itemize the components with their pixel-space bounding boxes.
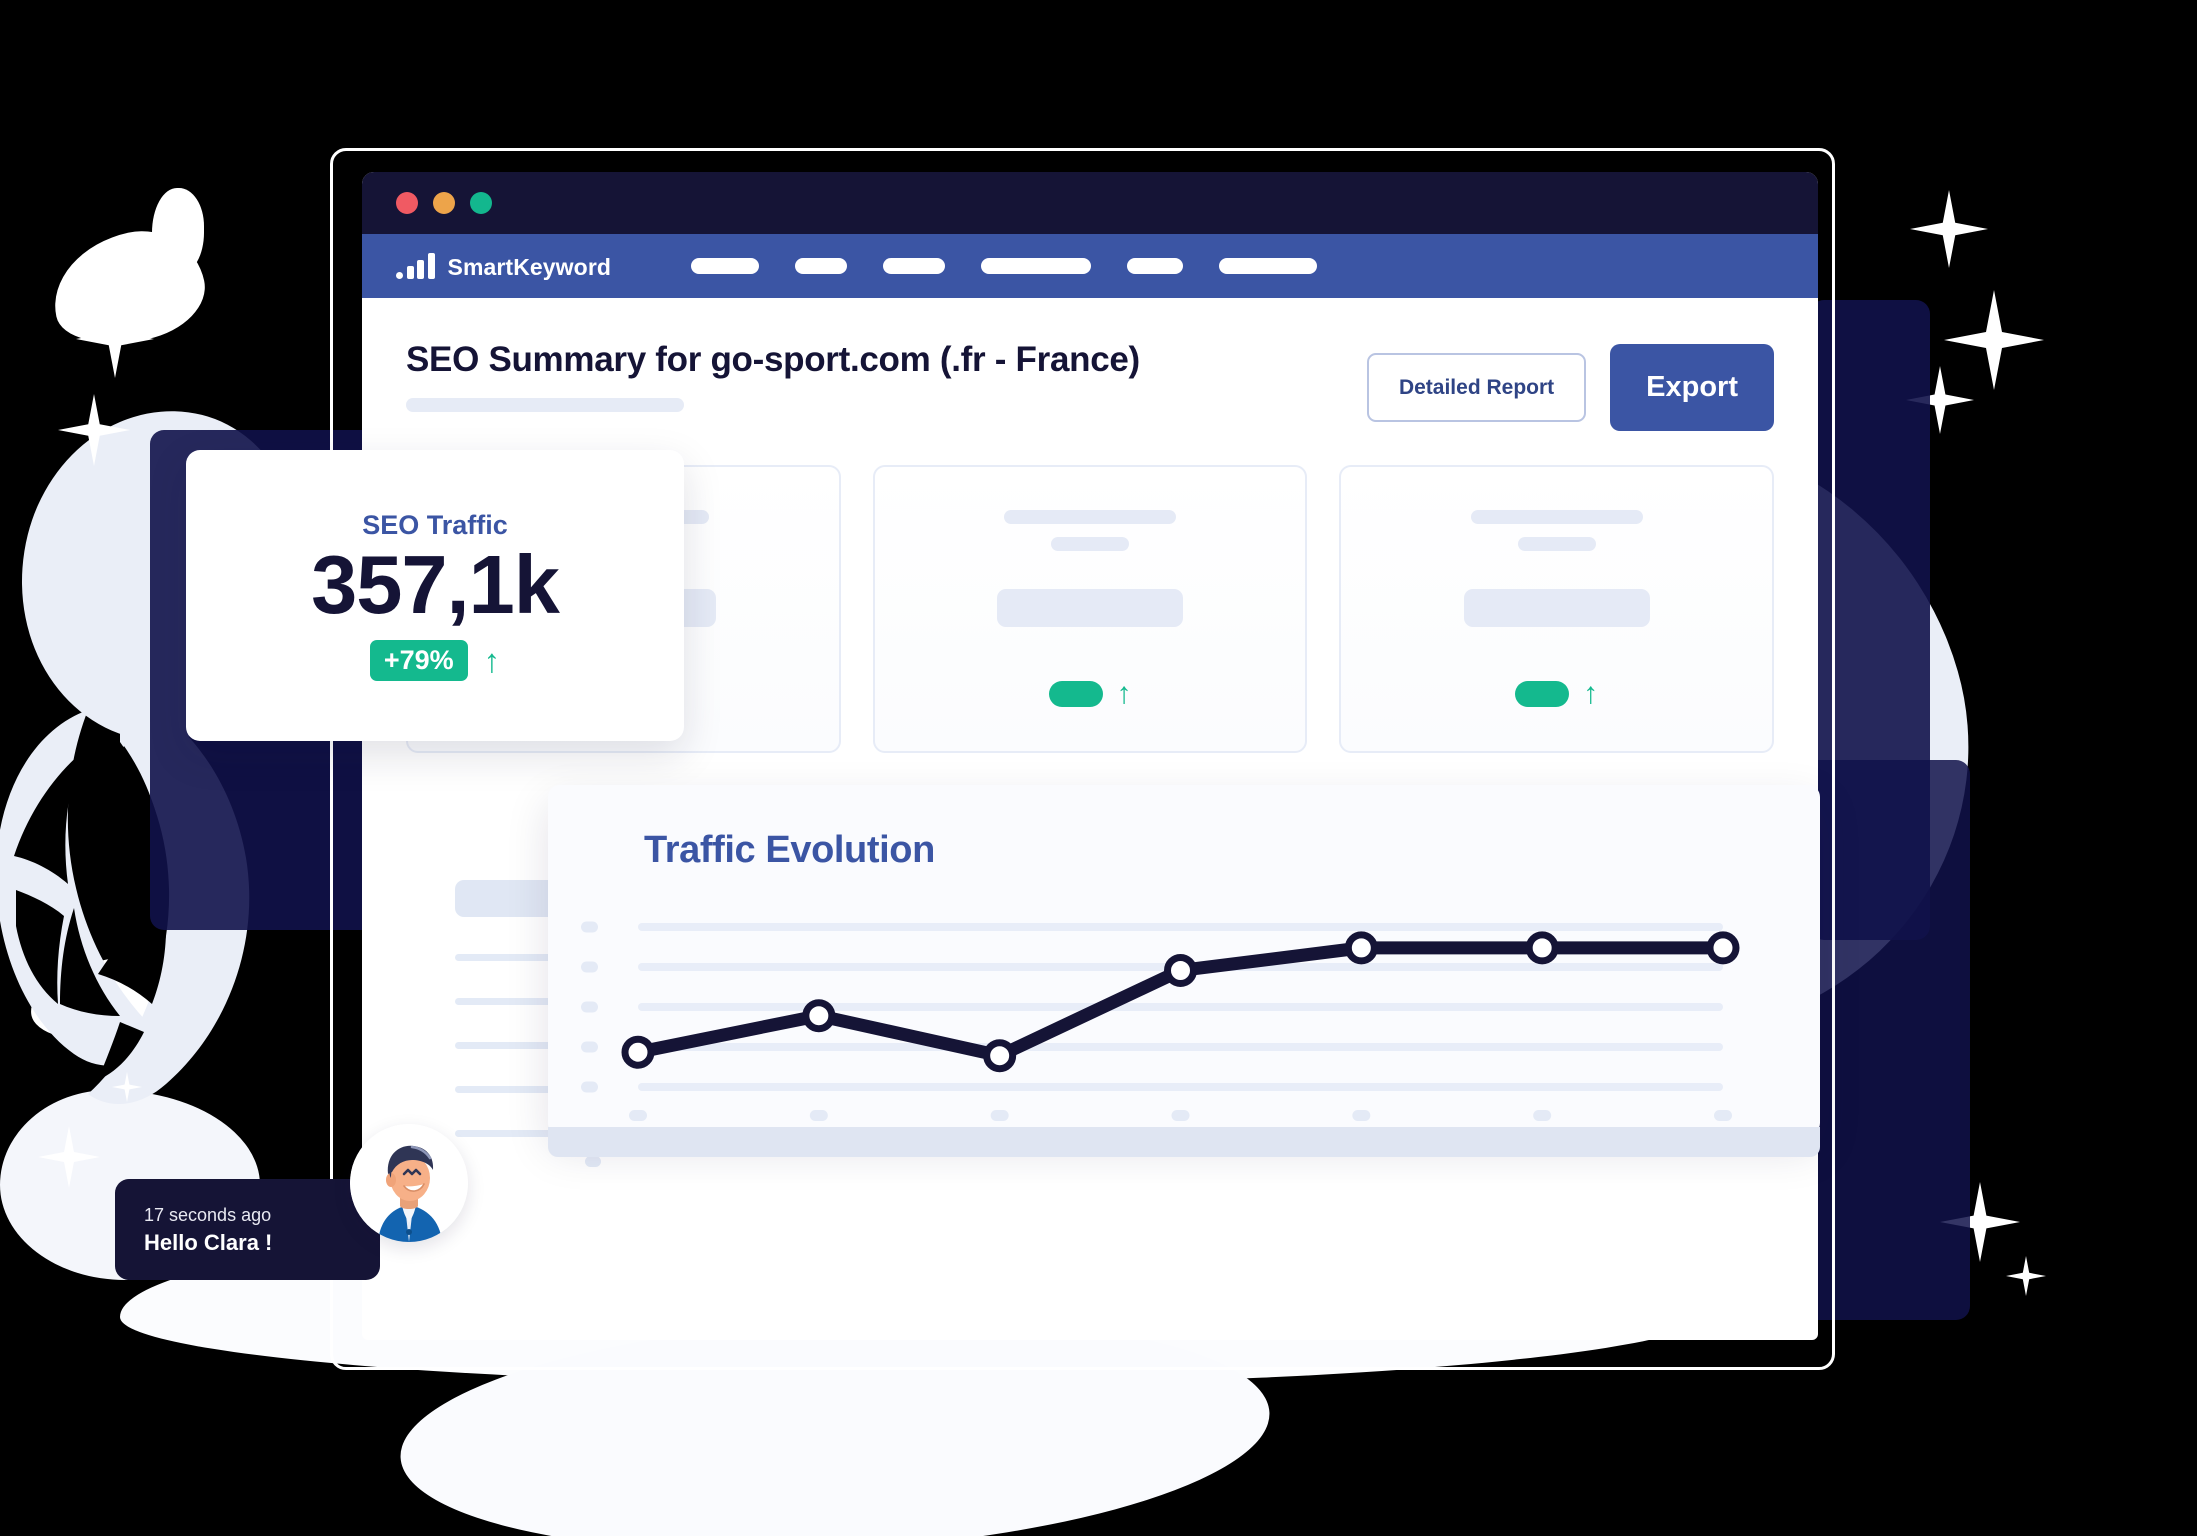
chart-data-point[interactable] <box>802 999 836 1033</box>
nav-item-placeholder-2[interactable] <box>795 258 848 274</box>
chart-x-tick <box>629 1110 647 1121</box>
notification-timestamp: 17 seconds ago <box>144 1204 272 1225</box>
metric-delta-badge <box>1515 680 1570 707</box>
seo-traffic-card[interactable]: SEO Traffic 357,1k +79% ↑ <box>186 450 684 741</box>
chart-gridline <box>638 1003 1723 1011</box>
brand-name: SmartKeyword <box>447 254 612 280</box>
metric-sublabel-placeholder <box>1517 536 1596 551</box>
seo-traffic-value: 357,1k <box>311 538 560 632</box>
sparkle-icon <box>112 1072 142 1102</box>
page-title-block: SEO Summary for go-sport.com (.fr - Fran… <box>406 340 1140 412</box>
sparkle-icon <box>1944 290 2044 390</box>
notification-bubble[interactable]: 17 seconds ago Hello Clara ! <box>115 1179 380 1280</box>
seo-traffic-delta-row: +79% ↑ <box>369 639 501 681</box>
smartkeyword-logo-icon <box>396 253 435 279</box>
chart-gridline <box>638 1043 1723 1051</box>
chart-data-point[interactable] <box>1164 953 1197 987</box>
chart-gridline <box>638 1083 1723 1091</box>
skeleton-bullet <box>585 1156 601 1167</box>
chart-title: Traffic Evolution <box>644 829 935 871</box>
chart-x-tick <box>1714 1110 1732 1121</box>
metric-card-3[interactable]: ↑ <box>1339 465 1775 753</box>
sparkle-icon <box>58 394 130 466</box>
brand[interactable]: SmartKeyword <box>396 253 611 279</box>
seo-traffic-delta-badge: +79% <box>369 639 468 681</box>
metric-delta-row: ↑ <box>1515 676 1599 710</box>
sparkle-icon <box>1910 190 1988 268</box>
chart-y-tick <box>581 1001 598 1013</box>
chart-x-tick <box>990 1110 1009 1121</box>
sparkle-icon <box>132 263 174 305</box>
chart-y-tick <box>581 1041 598 1053</box>
sparkle-icon <box>38 1126 100 1188</box>
trend-up-arrow-icon: ↑ <box>483 641 501 679</box>
app-navbar: SmartKeyword <box>362 234 1818 298</box>
chart-data-point[interactable] <box>1525 931 1559 965</box>
chart-x-tick <box>809 1110 828 1121</box>
chart-x-tick <box>1352 1110 1371 1121</box>
chart-x-tick <box>1533 1110 1552 1121</box>
support-agent-avatar-icon <box>350 1124 468 1242</box>
maximize-window-icon[interactable] <box>470 192 492 214</box>
metric-sublabel-placeholder <box>1051 536 1129 551</box>
chart-data-point[interactable] <box>1706 931 1740 965</box>
page-header: SEO Summary for go-sport.com (.fr - Fran… <box>362 298 1818 431</box>
window-titlebar <box>362 172 1818 234</box>
sparkle-icon <box>76 300 154 378</box>
detailed-report-button[interactable]: Detailed Report <box>1366 353 1587 422</box>
chart-y-tick <box>581 961 598 973</box>
chart-data-point[interactable] <box>621 1035 655 1069</box>
nav-item-placeholder-6[interactable] <box>1219 258 1318 274</box>
nav-item-placeholder-4[interactable] <box>981 258 1092 274</box>
metric-delta-badge <box>1048 680 1103 707</box>
chart-data-point[interactable] <box>1344 931 1378 965</box>
trend-up-arrow-icon: ↑ <box>1583 676 1599 710</box>
metric-value-placeholder <box>1463 588 1650 627</box>
notification-message: Hello Clara ! <box>144 1229 273 1255</box>
traffic-line-chart[interactable] <box>548 915 1820 1125</box>
background-ellipse-large <box>42 219 214 357</box>
chart-card-footer <box>548 1127 1820 1157</box>
nav-item-placeholder-3[interactable] <box>883 258 946 274</box>
header-actions: Detailed Report Export <box>1366 340 1774 431</box>
chart-y-tick <box>581 1081 598 1093</box>
metric-label-placeholder <box>1470 509 1643 524</box>
metric-delta-row: ↑ <box>1048 676 1132 710</box>
sparkle-icon <box>2006 1256 2046 1296</box>
export-button[interactable]: Export <box>1610 344 1774 431</box>
nav-item-placeholder-5[interactable] <box>1127 258 1184 274</box>
nav-menu <box>691 258 1318 274</box>
close-window-icon[interactable] <box>396 192 418 214</box>
trend-up-arrow-icon: ↑ <box>1116 676 1132 710</box>
chart-gridline <box>638 923 1723 931</box>
screenshot-root: SmartKeyword SEO Summary for go-sport.co… <box>0 0 2197 1536</box>
metric-label-placeholder <box>1004 509 1176 524</box>
page-title: SEO Summary for go-sport.com (.fr - Fran… <box>406 340 1140 379</box>
chart-data-point[interactable] <box>983 1039 1017 1073</box>
chart-plot-area <box>548 915 1820 1125</box>
chart-y-tick <box>581 921 598 933</box>
metric-value-placeholder <box>997 588 1183 627</box>
chart-x-tick <box>1171 1110 1190 1121</box>
nav-item-placeholder-1[interactable] <box>691 258 760 274</box>
avatar[interactable] <box>350 1124 468 1242</box>
page-subtitle-placeholder <box>406 398 684 412</box>
metric-card-2[interactable]: ↑ <box>872 465 1308 753</box>
browser-window: SmartKeyword SEO Summary for go-sport.co… <box>362 172 1818 1340</box>
seo-traffic-label: SEO Traffic <box>362 510 508 541</box>
traffic-evolution-card: Traffic Evolution <box>548 785 1820 1157</box>
background-ellipse-mid <box>25 949 185 1051</box>
minimize-window-icon[interactable] <box>433 192 455 214</box>
background-ellipse-small <box>152 188 204 274</box>
